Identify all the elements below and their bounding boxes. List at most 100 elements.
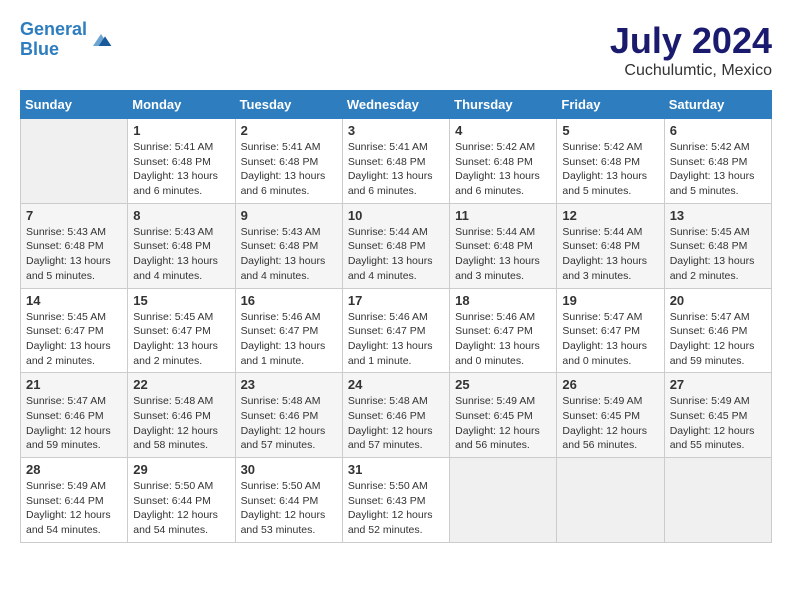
calendar-day-cell: 27 Sunrise: 5:49 AMSunset: 6:45 PMDayligh…: [664, 373, 771, 458]
calendar-day-cell: 26 Sunrise: 5:49 AMSunset: 6:45 PMDayligh…: [557, 373, 664, 458]
day-number: 12: [562, 208, 658, 223]
calendar-week-row: 1 Sunrise: 5:41 AMSunset: 6:48 PMDaylight…: [21, 119, 772, 204]
calendar-day-cell: 19Sunrise: 5:47 AMSunset: 6:47 PMDayligh…: [557, 288, 664, 373]
day-info: Sunrise: 5:41 AMSunset: 6:48 PMDaylight:…: [348, 140, 444, 199]
day-info: Sunrise: 5:43 AMSunset: 6:48 PMDaylight:…: [26, 225, 122, 284]
calendar-day-cell: 20 Sunrise: 5:47 AMSunset: 6:46 PMDayligh…: [664, 288, 771, 373]
day-info: Sunrise: 5:50 AMSunset: 6:44 PMDaylight:…: [133, 479, 229, 538]
calendar-day-cell: 31 Sunrise: 5:50 AMSunset: 6:43 PMDayligh…: [342, 458, 449, 543]
calendar-day-cell: 29 Sunrise: 5:50 AMSunset: 6:44 PMDayligh…: [128, 458, 235, 543]
calendar-day-cell: 22 Sunrise: 5:48 AMSunset: 6:46 PMDayligh…: [128, 373, 235, 458]
day-number: 29: [133, 462, 229, 477]
calendar-day-cell: 3Sunrise: 5:41 AMSunset: 6:48 PMDaylight…: [342, 119, 449, 204]
calendar-day-cell: 17Sunrise: 5:46 AMSunset: 6:47 PMDayligh…: [342, 288, 449, 373]
day-number: 9: [241, 208, 337, 223]
day-number: 25: [455, 377, 551, 392]
day-number: 20: [670, 293, 766, 308]
day-info: Sunrise: 5:44 AMSunset: 6:48 PMDaylight:…: [455, 225, 551, 284]
logo: General Blue: [20, 20, 113, 60]
day-info: Sunrise: 5:41 AMSunset: 6:48 PMDaylight:…: [241, 140, 337, 199]
calendar-day-cell: [21, 119, 128, 204]
calendar-day-cell: 4Sunrise: 5:42 AMSunset: 6:48 PMDaylight…: [450, 119, 557, 204]
day-number: 30: [241, 462, 337, 477]
month-title: July 2024: [610, 20, 772, 62]
calendar-header-row: SundayMondayTuesdayWednesdayThursdayFrid…: [21, 91, 772, 119]
day-number: 8: [133, 208, 229, 223]
day-number: 13: [670, 208, 766, 223]
day-number: 4: [455, 123, 551, 138]
day-number: 31: [348, 462, 444, 477]
day-info: Sunrise: 5:48 AMSunset: 6:46 PMDaylight:…: [133, 394, 229, 453]
day-info: Sunrise: 5:49 AMSunset: 6:45 PMDaylight:…: [670, 394, 766, 453]
calendar-week-row: 21 Sunrise: 5:47 AMSunset: 6:46 PMDayligh…: [21, 373, 772, 458]
calendar-day-cell: 18 Sunrise: 5:46 AMSunset: 6:47 PMDayligh…: [450, 288, 557, 373]
day-number: 14: [26, 293, 122, 308]
logo-text: General Blue: [20, 20, 87, 60]
calendar-day-cell: [664, 458, 771, 543]
calendar-week-row: 14 Sunrise: 5:45 AMSunset: 6:47 PMDayligh…: [21, 288, 772, 373]
day-number: 21: [26, 377, 122, 392]
day-number: 22: [133, 377, 229, 392]
page-header: General Blue July 2024 Cuchulumtic, Mexi…: [20, 20, 772, 80]
day-info: Sunrise: 5:43 AMSunset: 6:48 PMDaylight:…: [241, 225, 337, 284]
calendar-day-cell: 25 Sunrise: 5:49 AMSunset: 6:45 PMDayligh…: [450, 373, 557, 458]
calendar-day-cell: 6 Sunrise: 5:42 AMSunset: 6:48 PMDaylight…: [664, 119, 771, 204]
day-number: 15: [133, 293, 229, 308]
day-number: 18: [455, 293, 551, 308]
title-section: July 2024 Cuchulumtic, Mexico: [610, 20, 772, 80]
day-info: Sunrise: 5:46 AMSunset: 6:47 PMDaylight:…: [241, 310, 337, 369]
calendar-day-cell: [557, 458, 664, 543]
day-info: Sunrise: 5:44 AMSunset: 6:48 PMDaylight:…: [562, 225, 658, 284]
weekday-header: Wednesday: [342, 91, 449, 119]
day-info: Sunrise: 5:41 AMSunset: 6:48 PMDaylight:…: [133, 140, 229, 199]
day-info: Sunrise: 5:46 AMSunset: 6:47 PMDaylight:…: [348, 310, 444, 369]
calendar-day-cell: 28 Sunrise: 5:49 AMSunset: 6:44 PMDayligh…: [21, 458, 128, 543]
day-info: Sunrise: 5:42 AMSunset: 6:48 PMDaylight:…: [670, 140, 766, 199]
day-info: Sunrise: 5:50 AMSunset: 6:43 PMDaylight:…: [348, 479, 444, 538]
day-info: Sunrise: 5:46 AMSunset: 6:47 PMDaylight:…: [455, 310, 551, 369]
day-number: 2: [241, 123, 337, 138]
day-number: 11: [455, 208, 551, 223]
weekday-header: Monday: [128, 91, 235, 119]
day-number: 28: [26, 462, 122, 477]
calendar-day-cell: [450, 458, 557, 543]
day-number: 24: [348, 377, 444, 392]
day-number: 5: [562, 123, 658, 138]
day-number: 26: [562, 377, 658, 392]
calendar-day-cell: 30 Sunrise: 5:50 AMSunset: 6:44 PMDayligh…: [235, 458, 342, 543]
calendar-day-cell: 9 Sunrise: 5:43 AMSunset: 6:48 PMDaylight…: [235, 203, 342, 288]
day-info: Sunrise: 5:49 AMSunset: 6:45 PMDaylight:…: [562, 394, 658, 453]
weekday-header: Friday: [557, 91, 664, 119]
calendar-week-row: 7 Sunrise: 5:43 AMSunset: 6:48 PMDaylight…: [21, 203, 772, 288]
day-info: Sunrise: 5:50 AMSunset: 6:44 PMDaylight:…: [241, 479, 337, 538]
day-number: 6: [670, 123, 766, 138]
calendar-day-cell: 8Sunrise: 5:43 AMSunset: 6:48 PMDaylight…: [128, 203, 235, 288]
day-number: 1: [133, 123, 229, 138]
calendar-day-cell: 14 Sunrise: 5:45 AMSunset: 6:47 PMDayligh…: [21, 288, 128, 373]
calendar-day-cell: 5 Sunrise: 5:42 AMSunset: 6:48 PMDaylight…: [557, 119, 664, 204]
calendar-day-cell: 7 Sunrise: 5:43 AMSunset: 6:48 PMDaylight…: [21, 203, 128, 288]
day-number: 7: [26, 208, 122, 223]
location: Cuchulumtic, Mexico: [610, 62, 772, 80]
day-info: Sunrise: 5:44 AMSunset: 6:48 PMDaylight:…: [348, 225, 444, 284]
day-info: Sunrise: 5:47 AMSunset: 6:46 PMDaylight:…: [670, 310, 766, 369]
calendar-day-cell: 1 Sunrise: 5:41 AMSunset: 6:48 PMDaylight…: [128, 119, 235, 204]
calendar-day-cell: 21 Sunrise: 5:47 AMSunset: 6:46 PMDayligh…: [21, 373, 128, 458]
day-number: 10: [348, 208, 444, 223]
calendar-day-cell: 11 Sunrise: 5:44 AMSunset: 6:48 PMDayligh…: [450, 203, 557, 288]
weekday-header: Tuesday: [235, 91, 342, 119]
day-info: Sunrise: 5:48 AMSunset: 6:46 PMDaylight:…: [241, 394, 337, 453]
day-number: 23: [241, 377, 337, 392]
day-info: Sunrise: 5:49 AMSunset: 6:44 PMDaylight:…: [26, 479, 122, 538]
day-info: Sunrise: 5:45 AMSunset: 6:47 PMDaylight:…: [26, 310, 122, 369]
day-number: 16: [241, 293, 337, 308]
day-number: 27: [670, 377, 766, 392]
day-info: Sunrise: 5:45 AMSunset: 6:47 PMDaylight:…: [133, 310, 229, 369]
day-info: Sunrise: 5:42 AMSunset: 6:48 PMDaylight:…: [562, 140, 658, 199]
calendar-day-cell: 16 Sunrise: 5:46 AMSunset: 6:47 PMDayligh…: [235, 288, 342, 373]
calendar-day-cell: 2 Sunrise: 5:41 AMSunset: 6:48 PMDaylight…: [235, 119, 342, 204]
day-number: 19: [562, 293, 658, 308]
day-info: Sunrise: 5:47 AMSunset: 6:46 PMDaylight:…: [26, 394, 122, 453]
day-info: Sunrise: 5:49 AMSunset: 6:45 PMDaylight:…: [455, 394, 551, 453]
logo-icon: [89, 28, 113, 52]
